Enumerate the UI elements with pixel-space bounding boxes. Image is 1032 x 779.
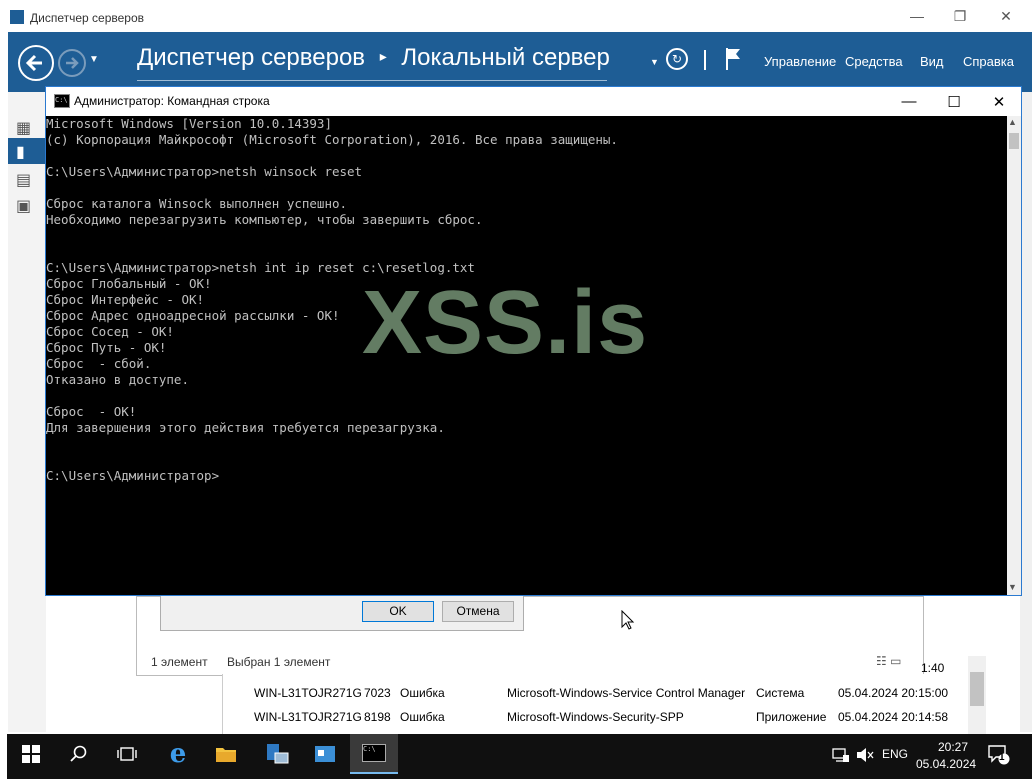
status-item-count: 1 элемент [151,655,208,669]
event-id: 8198 [364,710,391,724]
search-icon[interactable] [55,734,103,774]
events-scroll-thumb[interactable] [970,672,984,706]
command-prompt-title: Администратор: Командная строка [74,94,270,108]
internet-explorer-icon[interactable]: e [154,734,202,774]
cancel-button[interactable]: Отмена [442,601,514,622]
event-id: 7023 [364,686,391,700]
event-log: Система [756,686,805,700]
events-table [222,674,989,734]
windows-logo-icon [22,745,40,763]
history-dropdown-icon[interactable]: ▼ [89,54,99,65]
dashboard-icon[interactable]: ▦ [16,118,36,138]
breadcrumb-underline [137,80,607,81]
console-scroll-thumb[interactable] [1009,133,1019,149]
arrow-left-icon [25,54,42,72]
scroll-up-icon[interactable]: ▲ [1008,117,1017,127]
console-scrollbar[interactable] [1007,116,1021,595]
restore-icon[interactable]: ❐ [937,0,983,32]
mouse-cursor-icon [621,609,635,635]
all-servers-icon[interactable]: ▤ [16,170,36,190]
watermark: XSS.is [362,273,649,373]
breadcrumb-dropdown-icon[interactable]: ▼ [650,57,659,67]
event-server: WIN-L31TOJR271G [254,686,362,700]
taskbar-clock-time[interactable]: 20:27 [928,740,978,754]
breadcrumb-root[interactable]: Диспетчер серверов [137,44,365,71]
event-date: 05.04.2024 20:15:00 [838,686,949,700]
close-icon[interactable]: ✕ [983,0,1029,32]
menu-tools[interactable]: Средства [845,54,903,69]
console-taskbar-icon: C:\ [362,744,386,762]
notification-count-badge: 1 [999,752,1005,763]
file-storage-icon[interactable]: ▣ [16,196,36,216]
taskbar-clock-date[interactable]: 05.04.2024 [916,757,976,771]
minimize-icon[interactable]: — [894,0,940,32]
arrow-right-icon [66,57,79,69]
server-manager-titlebar [0,0,1032,32]
event-log: Приложение [756,710,827,724]
console-app-icon: C:\ [54,94,70,108]
task-view-icon[interactable] [103,734,151,774]
notifications-flag-icon[interactable] [724,46,744,75]
server-manager-window-title: Диспетчер серверов [30,11,145,25]
server-manager-taskbar-icon[interactable] [253,734,301,774]
console-maximize-icon[interactable]: ☐ [931,87,977,116]
menu-help[interactable]: Справка [963,54,1014,69]
breadcrumb: Диспетчер серверов ▸ Локальный сервер [137,44,610,72]
scroll-down-icon[interactable]: ▼ [1008,582,1017,592]
ok-button[interactable]: OK [362,601,434,622]
breadcrumb-separator-icon: ▸ [379,48,387,64]
speaker-muted-icon[interactable] [856,747,874,766]
refresh-icon[interactable]: ↻ [666,48,688,70]
event-date: 05.04.2024 20:14:58 [838,710,949,724]
server-manager-app-icon [10,10,24,24]
console-close-icon[interactable]: ✕ [976,87,1022,116]
menu-view[interactable]: Вид [920,54,944,69]
event-source: Microsoft-Windows-Security-SPP [507,710,684,724]
breadcrumb-current: Локальный сервер [401,44,610,71]
menu-manage[interactable]: Управление [764,54,836,69]
status-selected-count: Выбран 1 элемент [227,655,331,669]
start-button[interactable] [7,734,55,774]
console-minimize-icon[interactable]: — [886,87,932,116]
toolbar-divider [704,50,706,70]
network-icon[interactable] [832,747,850,766]
event-severity: Ошибка [400,710,445,724]
back-button[interactable] [18,45,54,81]
events-partial-time: 1:40 [921,661,945,675]
local-server-icon[interactable]: ▮ [16,142,36,162]
event-severity: Ошибка [400,686,445,700]
event-server: WIN-L31TOJR271G [254,710,362,724]
input-language-indicator[interactable]: ENG [882,747,908,761]
file-explorer-icon[interactable] [202,734,250,774]
control-panel-icon[interactable] [301,734,349,774]
view-toggle-icons[interactable]: ☷ ▭ [876,654,901,668]
event-source: Microsoft-Windows-Service Control Manage… [507,686,746,700]
forward-button[interactable] [58,49,86,77]
